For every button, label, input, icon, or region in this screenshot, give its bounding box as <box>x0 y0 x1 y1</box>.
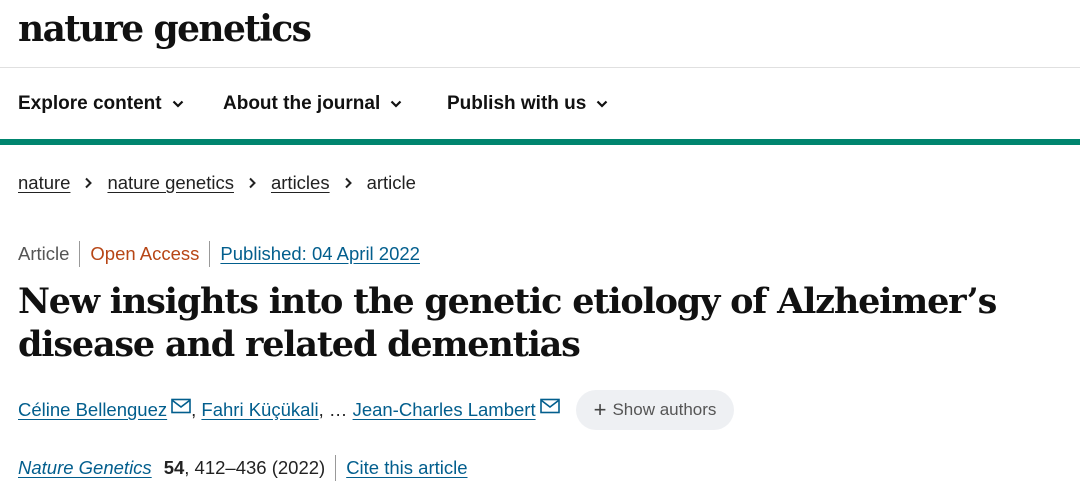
breadcrumb-articles[interactable]: articles <box>271 172 330 194</box>
chevron-right-icon <box>85 177 93 189</box>
nav-publish-with-us[interactable]: Publish with us <box>447 93 608 115</box>
chevron-down-icon <box>390 100 402 108</box>
site-header: nature genetics <box>0 0 1080 68</box>
nav-accent-rule <box>0 139 1080 145</box>
journal-logo[interactable]: nature genetics <box>18 8 312 50</box>
journal-link[interactable]: Nature Genetics <box>18 457 152 479</box>
show-authors-label: Show authors <box>612 400 717 419</box>
breadcrumb: nature nature genetics articles article <box>18 172 416 194</box>
chevron-down-icon <box>172 100 183 108</box>
author-list: Céline Bellenguez , Fahri Küçükali , … J… <box>18 390 735 430</box>
plus-icon: + <box>593 397 607 422</box>
chevron-down-icon <box>597 100 608 108</box>
citation-divider <box>335 455 337 481</box>
author-separator: , <box>191 399 202 420</box>
article-title: New insights into the genetic etiology o… <box>18 281 997 365</box>
mail-icon[interactable] <box>539 398 560 414</box>
main-nav: Explore content About the journal Publis… <box>0 69 1080 139</box>
volume-number: 54 <box>163 457 185 478</box>
mail-icon[interactable] <box>171 398 191 414</box>
open-access-badge: Open Access <box>90 243 200 264</box>
cite-this-article-link[interactable]: Cite this article <box>346 457 467 479</box>
breadcrumb-nature[interactable]: nature <box>18 172 70 194</box>
author-ellipsis: , … <box>318 399 353 420</box>
nav-explore-content[interactable]: Explore content <box>18 93 184 115</box>
show-authors-button[interactable]: + Show authors <box>575 390 735 430</box>
meta-divider <box>209 241 211 267</box>
page-range: , 412–436 (2022) <box>184 457 326 478</box>
author-link[interactable]: Céline Bellenguez <box>18 399 167 421</box>
article-type: Article <box>18 243 70 264</box>
breadcrumb-current: article <box>366 172 416 193</box>
author-link[interactable]: Jean-Charles Lambert <box>353 399 536 421</box>
author-link[interactable]: Fahri Küçükali <box>201 399 318 421</box>
nav-item-label: Explore content <box>18 93 162 114</box>
nav-about-journal[interactable]: About the journal <box>223 93 402 115</box>
meta-divider <box>79 241 81 267</box>
published-date-link[interactable]: Published: 04 April 2022 <box>220 243 420 265</box>
nav-item-label: Publish with us <box>447 93 587 114</box>
nav-item-label: About the journal <box>223 93 381 114</box>
chevron-right-icon <box>344 177 352 189</box>
citation-line: Nature Genetics 54 , 412–436 (2022) Cite… <box>18 455 468 481</box>
article-meta: Article Open Access Published: 04 April … <box>18 241 420 267</box>
chevron-right-icon <box>249 177 256 189</box>
breadcrumb-nature-genetics[interactable]: nature genetics <box>107 172 234 194</box>
